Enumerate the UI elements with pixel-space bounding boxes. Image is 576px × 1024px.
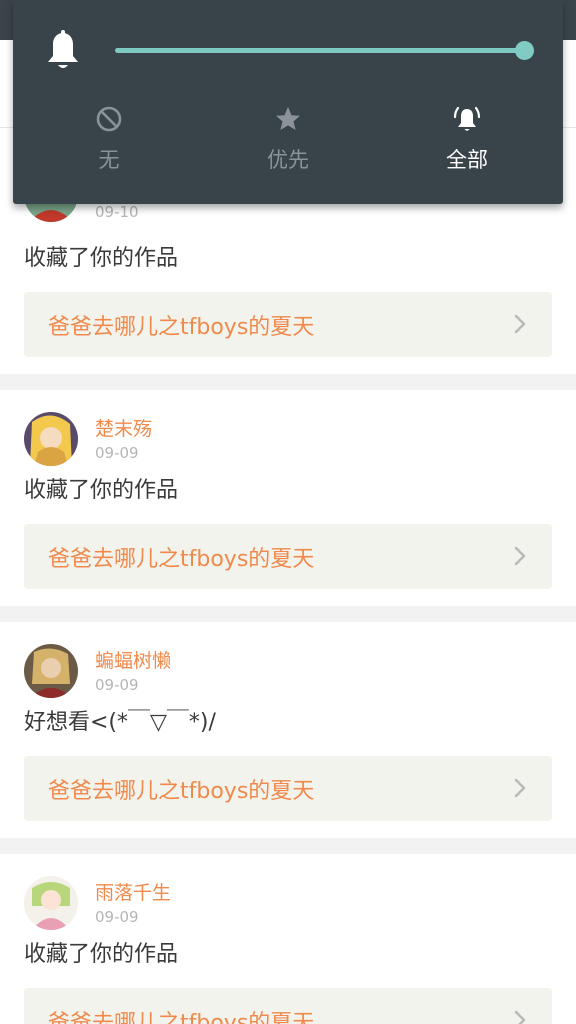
activity-feed: 09-10 收藏了你的作品 爸爸去哪儿之tfboys的夏天 楚末殇 09-09 … (0, 128, 576, 1024)
avatar[interactable] (24, 876, 78, 930)
work-title: 爸爸去哪儿之tfboys的夏天 (48, 1010, 315, 1024)
post-date: 09-09 (95, 908, 139, 926)
post-date: 09-09 (95, 444, 139, 462)
work-title: 爸爸去哪儿之tfboys的夏天 (48, 314, 315, 340)
post-date: 09-10 (95, 203, 139, 221)
volume-slider-thumb[interactable] (515, 41, 534, 60)
chevron-right-icon (514, 1010, 526, 1024)
feed-card: 楚末殇 09-09 收藏了你的作品 爸爸去哪儿之tfboys的夏天 (0, 390, 576, 606)
chevron-right-icon (514, 314, 526, 334)
volume-slider-track[interactable] (115, 48, 525, 53)
comment-text: 收藏了你的作品 (24, 942, 179, 967)
mode-all-label: 全部 (446, 148, 488, 172)
comment-text: 好想看<(*￣▽￣*)/ (24, 710, 216, 735)
bell-alert-icon (453, 106, 481, 131)
avatar[interactable] (24, 412, 78, 466)
username[interactable]: 雨落千生 (95, 878, 171, 905)
card-header: 雨落千生 09-09 (24, 854, 552, 934)
username[interactable]: 蝙蝠树懒 (95, 646, 171, 673)
block-icon (96, 106, 122, 132)
work-link[interactable]: 爸爸去哪儿之tfboys的夏天 (24, 292, 552, 357)
mode-priority-label: 优先 (267, 148, 309, 172)
post-date: 09-09 (95, 676, 139, 694)
bell-icon[interactable] (45, 30, 81, 72)
chevron-right-icon (514, 778, 526, 798)
feed-card: 雨落千生 09-09 收藏了你的作品 爸爸去哪儿之tfboys的夏天 (0, 854, 576, 1024)
comment-text: 收藏了你的作品 (24, 478, 179, 503)
mode-none-label: 无 (98, 148, 120, 172)
volume-panel: 无 优先 全部 (13, 0, 563, 204)
work-link[interactable]: 爸爸去哪儿之tfboys的夏天 (24, 756, 552, 821)
mode-all-option[interactable]: 全部 (407, 104, 527, 174)
username[interactable]: 楚末殇 (95, 414, 152, 441)
feed-card: 蝙蝠树懒 09-09 好想看<(*￣▽￣*)/ 爸爸去哪儿之tfboys的夏天 (0, 622, 576, 838)
avatar[interactable] (24, 644, 78, 698)
mode-none-option[interactable]: 无 (49, 104, 169, 174)
star-icon (276, 107, 300, 130)
mode-priority-option[interactable]: 优先 (228, 104, 348, 174)
work-title: 爸爸去哪儿之tfboys的夏天 (48, 778, 315, 804)
work-link[interactable]: 爸爸去哪儿之tfboys的夏天 (24, 524, 552, 589)
work-title: 爸爸去哪儿之tfboys的夏天 (48, 546, 315, 572)
work-link[interactable]: 爸爸去哪儿之tfboys的夏天 (24, 988, 552, 1024)
comment-text: 收藏了你的作品 (24, 246, 179, 271)
card-header: 蝙蝠树懒 09-09 (24, 622, 552, 702)
card-header: 楚末殇 09-09 (24, 390, 552, 470)
chevron-right-icon (514, 546, 526, 566)
